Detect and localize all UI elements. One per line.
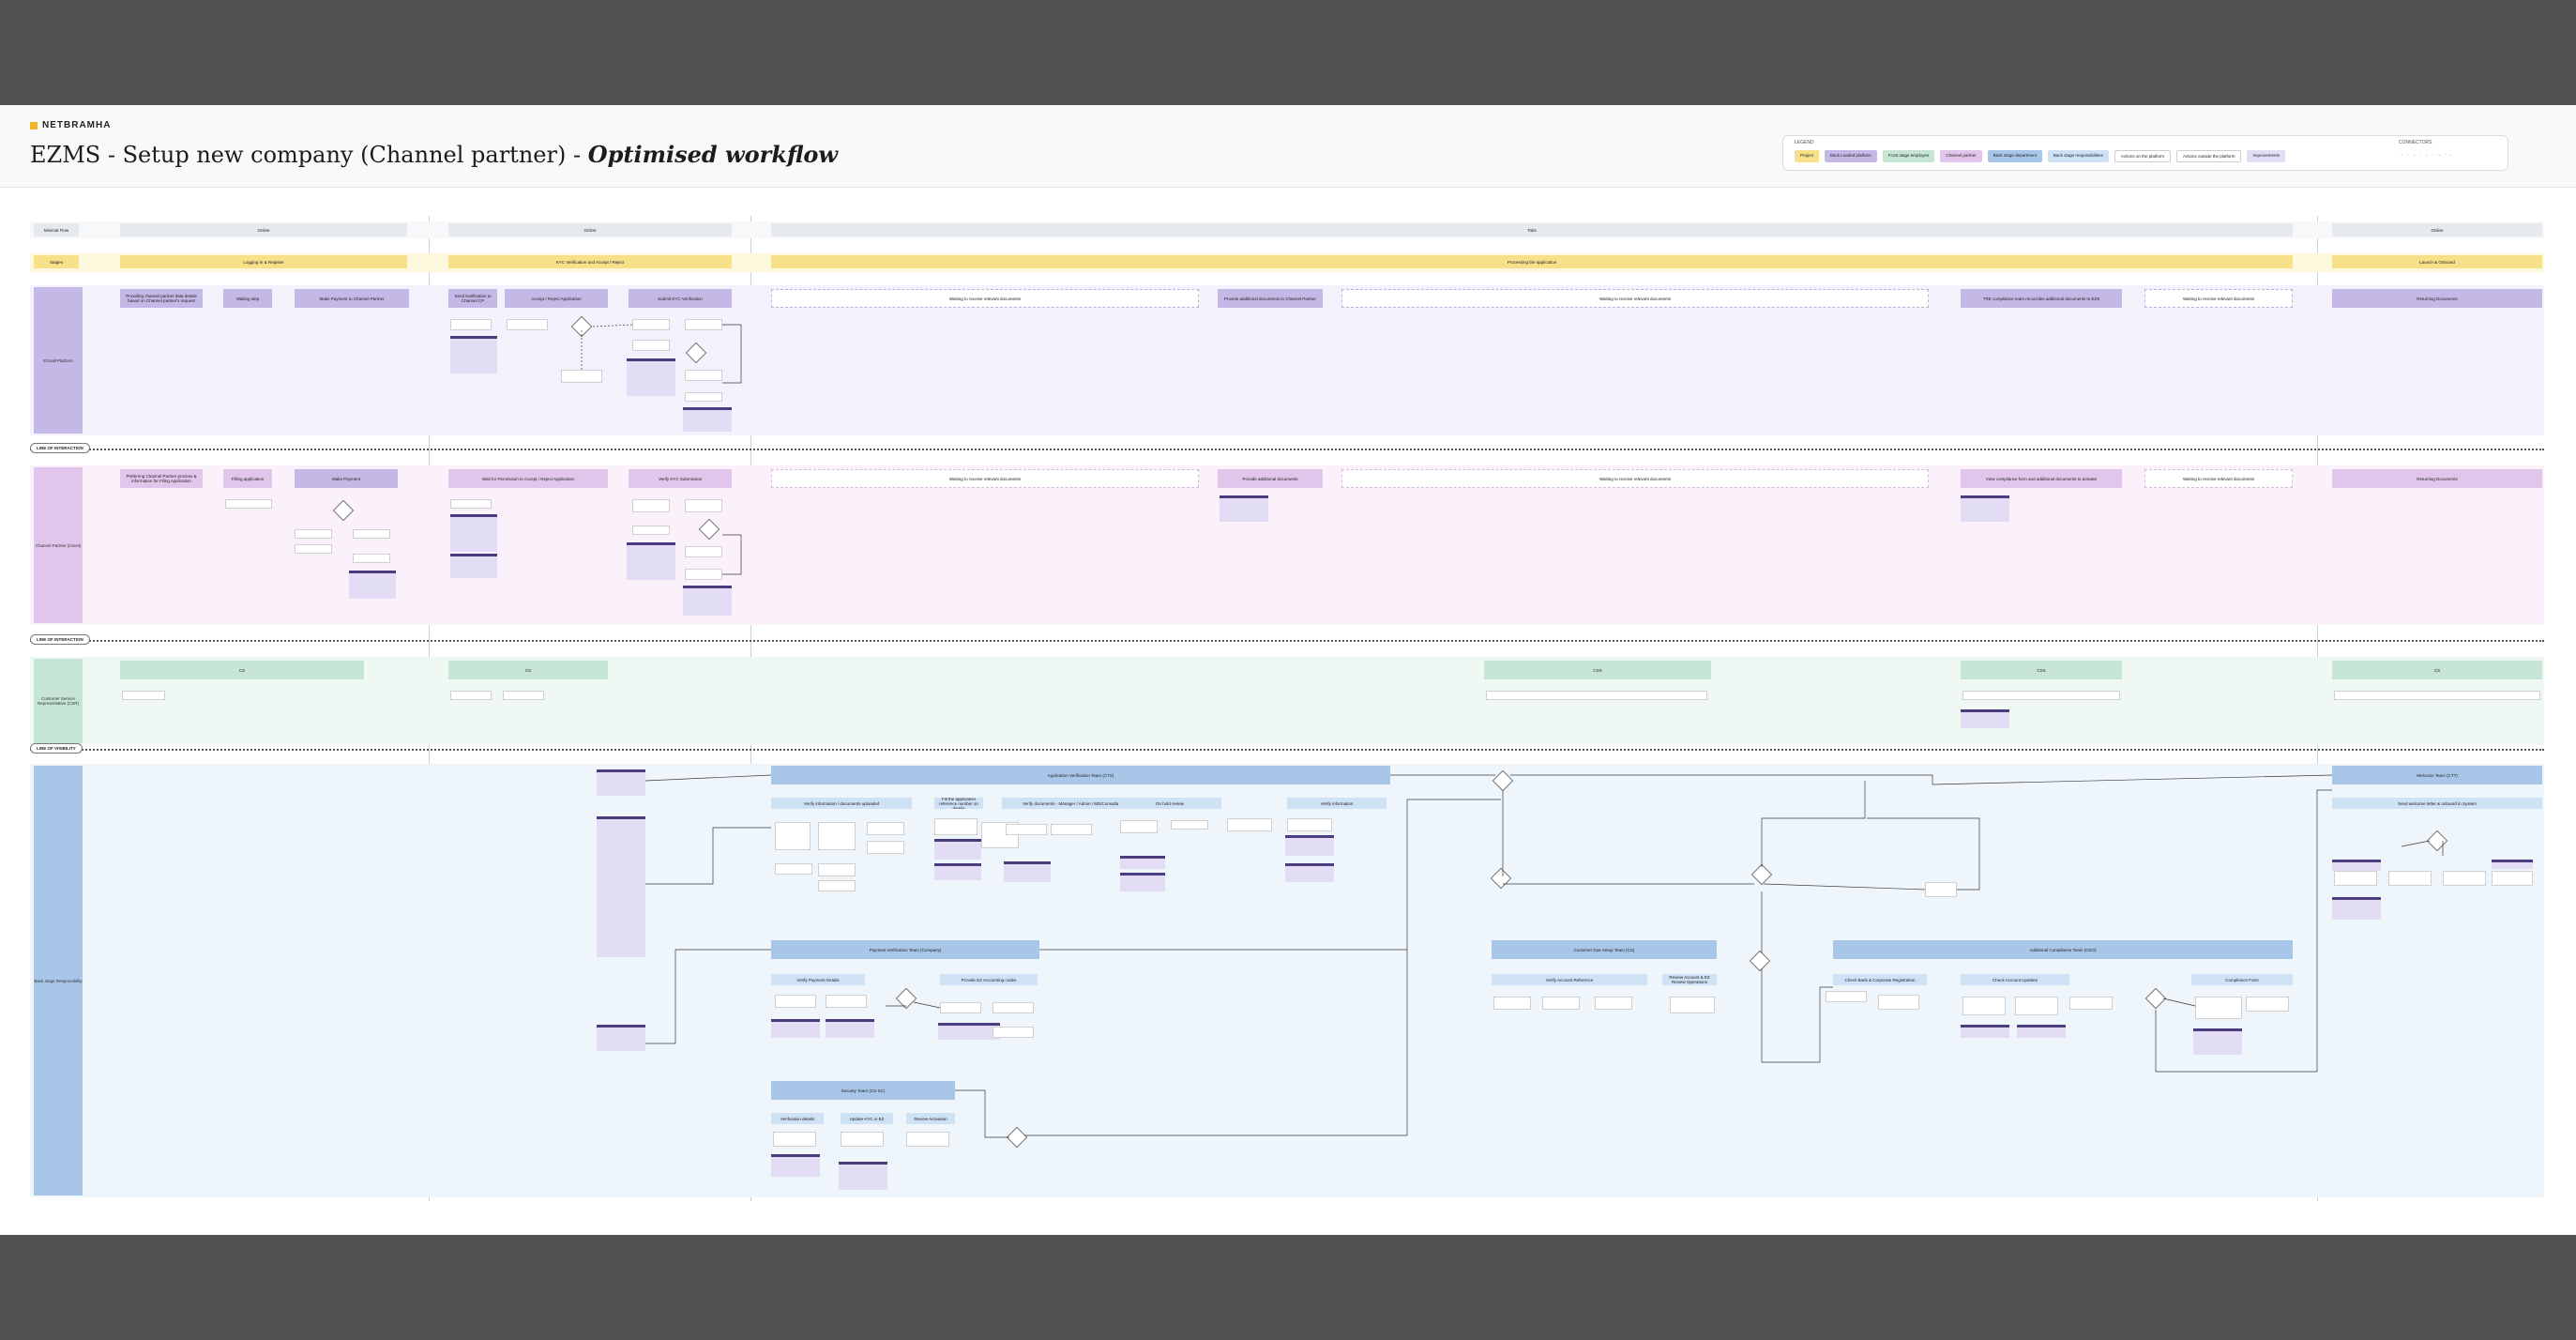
connector-line xyxy=(722,534,742,575)
connector-line xyxy=(722,324,742,384)
connector-line xyxy=(2162,997,2196,1007)
connector-line xyxy=(645,827,771,885)
connector-line xyxy=(913,1001,941,1009)
connector-line xyxy=(1867,817,1980,891)
service-blueprint-board: NETBRAMHA EZMS - Setup new company (Chan… xyxy=(0,105,2576,1235)
connector-line xyxy=(2155,789,2332,1073)
connector-line xyxy=(644,774,772,782)
connector-line xyxy=(2401,840,2431,847)
flow-connectors xyxy=(581,324,2444,1138)
connector-line xyxy=(1761,968,1833,1063)
connector-line xyxy=(1761,781,1866,867)
connector-line xyxy=(1763,883,1926,891)
connector-line xyxy=(1510,774,2333,785)
connector-line xyxy=(645,949,771,1044)
connector-line xyxy=(592,324,633,327)
connector-line xyxy=(1024,799,1501,1136)
connector-line xyxy=(955,1089,1009,1138)
